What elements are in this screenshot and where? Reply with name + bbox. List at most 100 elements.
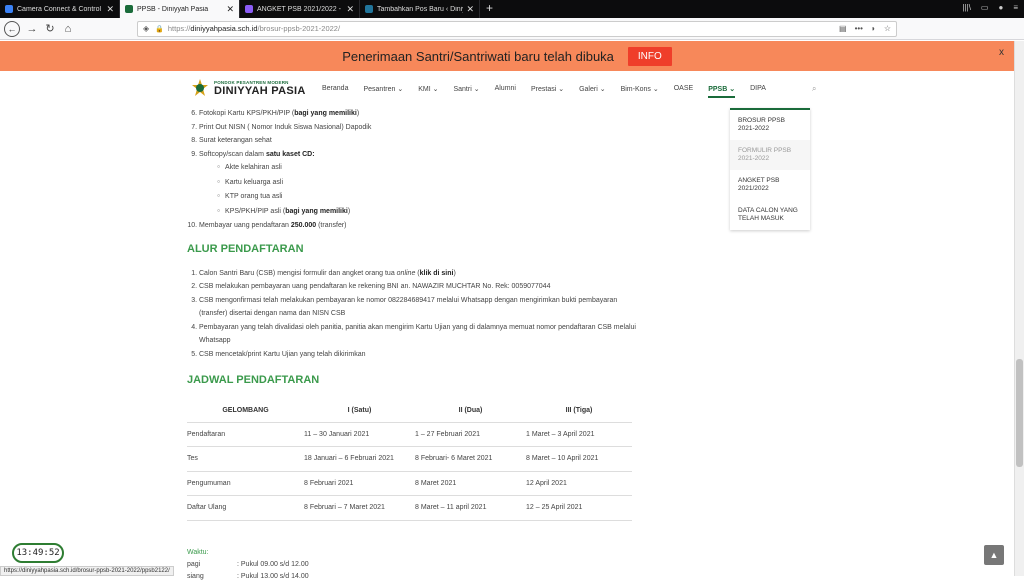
waktu-section: Waktu: pagi: Pukul 09.00 s/d 12.00 siang:… (187, 549, 637, 583)
softcopy-item: Kartu keluarga asli (217, 176, 637, 191)
dropdown-item[interactable]: FORMULIR PPSB 2021-2022 (730, 140, 810, 170)
menu-item[interactable]: DIPA (750, 85, 766, 98)
table-cell: 8 Februari 2021 (304, 471, 415, 496)
sidebar-icon[interactable]: ▭ (981, 3, 989, 12)
shield-icon[interactable]: ◈ (143, 24, 149, 33)
tab-close-icon[interactable]: ✕ (226, 4, 234, 15)
menu-item[interactable]: Prestasi ⌄ (531, 85, 564, 98)
search-icon[interactable]: ⌕ (812, 84, 816, 94)
table-cell: 8 Februari – 7 Maret 2021 (304, 495, 415, 521)
table-row: Pendaftaran 11 – 30 Januari 2021 1 – 27 Fe… (187, 422, 632, 447)
bookmark-star-icon[interactable]: ☆ (884, 24, 891, 33)
menu-item[interactable]: OASE (674, 85, 693, 98)
dropdown-item[interactable]: BROSUR PPSB 2021-2022 (730, 110, 810, 140)
page-scrollbar[interactable] (1014, 41, 1024, 576)
schedule-header-cell: III (Tiga) (526, 400, 632, 423)
menu-item[interactable]: Beranda (322, 85, 348, 98)
table-cell: 1 Maret – 3 April 2021 (526, 422, 632, 447)
url-domain: diniyyahpasia.sch.id (190, 24, 258, 33)
dropdown-item[interactable]: ANGKET PSB 2021/2022 (730, 170, 810, 200)
browser-tab[interactable]: Tambahkan Pos Baru ‹ Diniyy ✕ (360, 0, 480, 18)
requirement-item: Membayar uang pendaftaran 250.000 (trans… (199, 219, 637, 233)
table-cell: 11 – 30 Januari 2021 (304, 422, 415, 447)
table-cell: 8 Maret – 10 April 2021 (526, 446, 632, 472)
menu-item[interactable]: Santri ⌄ (453, 85, 479, 98)
alur-item: CSB melakukan pembayaran uang pendaftara… (199, 280, 637, 294)
scrollbar-thumb[interactable] (1016, 359, 1023, 467)
banner-close-button[interactable]: x (999, 47, 1004, 58)
alur-item: CSB mencetak/print Kartu Ujian yang tela… (199, 348, 637, 362)
clock-widget: 13:49:52 (12, 543, 64, 563)
table-cell: Tes (187, 446, 304, 472)
softcopy-item: Akte kelahiran asli (217, 161, 637, 176)
reader-view-icon[interactable]: ▤ (839, 24, 847, 33)
table-cell: Daftar Ulang (187, 495, 304, 521)
softcopy-item: KTP orang tua asli (217, 190, 637, 205)
table-cell: 8 Maret 2021 (415, 471, 526, 496)
table-row: Tes 18 Januari – 6 Februari 2021 8 Februar… (187, 446, 632, 472)
jadwal-title: JADWAL PENDAFTARAN (187, 374, 320, 386)
waktu-value: : Pukul 13.00 s/d 14.00 (237, 572, 309, 580)
table-row: Daftar Ulang 8 Februari – 7 Maret 2021 8 M… (187, 495, 632, 521)
menu-item[interactable]: Pesantren ⌄ (363, 85, 403, 98)
schedule-header-cell: GELOMBANG (187, 400, 304, 423)
site-logo[interactable]: PONDOK PESANTREN MODERN DINIYYAH PASIA (190, 78, 306, 98)
menu-item[interactable]: KMI ⌄ (418, 85, 438, 98)
browser-tab[interactable]: PPSB - Diniyyah Pasia ✕ (120, 0, 240, 18)
browser-nav-bar: ← → ↻ ⌂ ◈ 🔒 https:// diniyyahpasia.sch.i… (0, 18, 1024, 40)
tab-close-icon[interactable]: ✕ (106, 4, 114, 15)
schedule-header-row: GELOMBANG I (Satu) II (Dua) III (Tiga) (187, 400, 632, 423)
requirements-list: Fotokopi Kartu KPS/PKH/PIP (bagi yang me… (187, 107, 637, 233)
library-icon[interactable]: |||\ (962, 3, 970, 12)
requirement-item: Fotokopi Kartu KPS/PKH/PIP (bagi yang me… (199, 107, 637, 121)
waktu-row: pagi: Pukul 09.00 s/d 12.00 (187, 559, 637, 571)
announcement-banner: Penerimaan Santri/Santriwati baru telah … (0, 41, 1014, 71)
table-cell: 18 Januari – 6 Februari 2021 (304, 446, 415, 472)
info-button[interactable]: INFO (627, 46, 672, 66)
menu-item[interactable]: Bim-Kons ⌄ (621, 85, 659, 98)
dropdown-item[interactable]: DATA CALON YANG TELAH MASUK (730, 200, 810, 230)
new-tab-button[interactable]: + (480, 0, 499, 18)
menu-item[interactable]: PPSB ⌄ (708, 85, 736, 98)
browser-tab-bar: Camera Connect & Control - A ✕ PPSB - Dini… (0, 0, 1024, 18)
back-to-top-button[interactable]: ▲ (984, 545, 1004, 565)
logo-title: DINIYYAH PASIA (214, 84, 306, 97)
alur-item: CSB mengonfirmasi telah melakukan pembay… (199, 294, 637, 321)
menu-icon[interactable]: ≡ (1013, 3, 1018, 12)
reload-button[interactable]: ↻ (41, 22, 59, 35)
pocket-icon[interactable]: ◗ (871, 24, 876, 33)
schedule-table: GELOMBANG I (Satu) II (Dua) III (Tiga) Pend… (187, 400, 632, 521)
alur-list: Calon Santri Baru (CSB) mengisi formulir… (187, 267, 637, 362)
table-cell: 12 April 2021 (526, 471, 632, 496)
bold-text: satu kaset CD: (265, 150, 315, 158)
forward-button[interactable]: → (23, 23, 41, 35)
lock-icon[interactable]: 🔒 (155, 25, 164, 33)
bold-text: 250.000 (290, 222, 317, 229)
bold-text[interactable]: klik di sini (420, 270, 454, 277)
main-menu: Beranda Pesantren ⌄ KMI ⌄ Santri ⌄ Alumni Pre… (322, 85, 781, 98)
main-content: Fotokopi Kartu KPS/PKH/PIP (bagi yang me… (187, 107, 637, 583)
waktu-value: : Pukul 09.00 s/d 12.00 (237, 560, 309, 568)
page-actions-button[interactable]: ••• (855, 24, 863, 33)
url-bar[interactable]: ◈ 🔒 https:// diniyyahpasia.sch.id /brosu… (137, 20, 897, 37)
waktu-label: Waktu: (187, 548, 209, 556)
browser-tab[interactable]: ANGKET PSB 2021/2022 - Dini✕ (240, 0, 360, 18)
requirement-item: Surat keterangan sehat (199, 134, 637, 148)
tab-favicon-icon (365, 5, 373, 13)
bold-text: bagi yang memiliki (285, 207, 348, 215)
schedule-header-cell: I (Satu) (304, 400, 415, 423)
bold-text: bagi yang memiliki (294, 110, 357, 117)
logo-seal-icon (192, 79, 208, 96)
table-cell: 12 – 25 April 2021 (526, 495, 632, 521)
browser-tab[interactable]: Camera Connect & Control - A ✕ (0, 0, 120, 18)
tab-close-icon[interactable]: ✕ (346, 4, 354, 15)
tab-close-icon[interactable]: ✕ (466, 4, 474, 15)
back-button[interactable]: ← (4, 20, 20, 37)
table-cell: 8 Februari- 6 Maret 2021 (415, 446, 526, 472)
alur-item: Calon Santri Baru (CSB) mengisi formulir… (199, 267, 637, 281)
account-icon[interactable]: ● (998, 3, 1003, 12)
home-button[interactable]: ⌂ (59, 23, 77, 35)
menu-item[interactable]: Alumni (495, 85, 516, 98)
tab-title: ANGKET PSB 2021/2022 - Dini (257, 5, 343, 13)
menu-item[interactable]: Galeri ⌄ (579, 85, 605, 98)
